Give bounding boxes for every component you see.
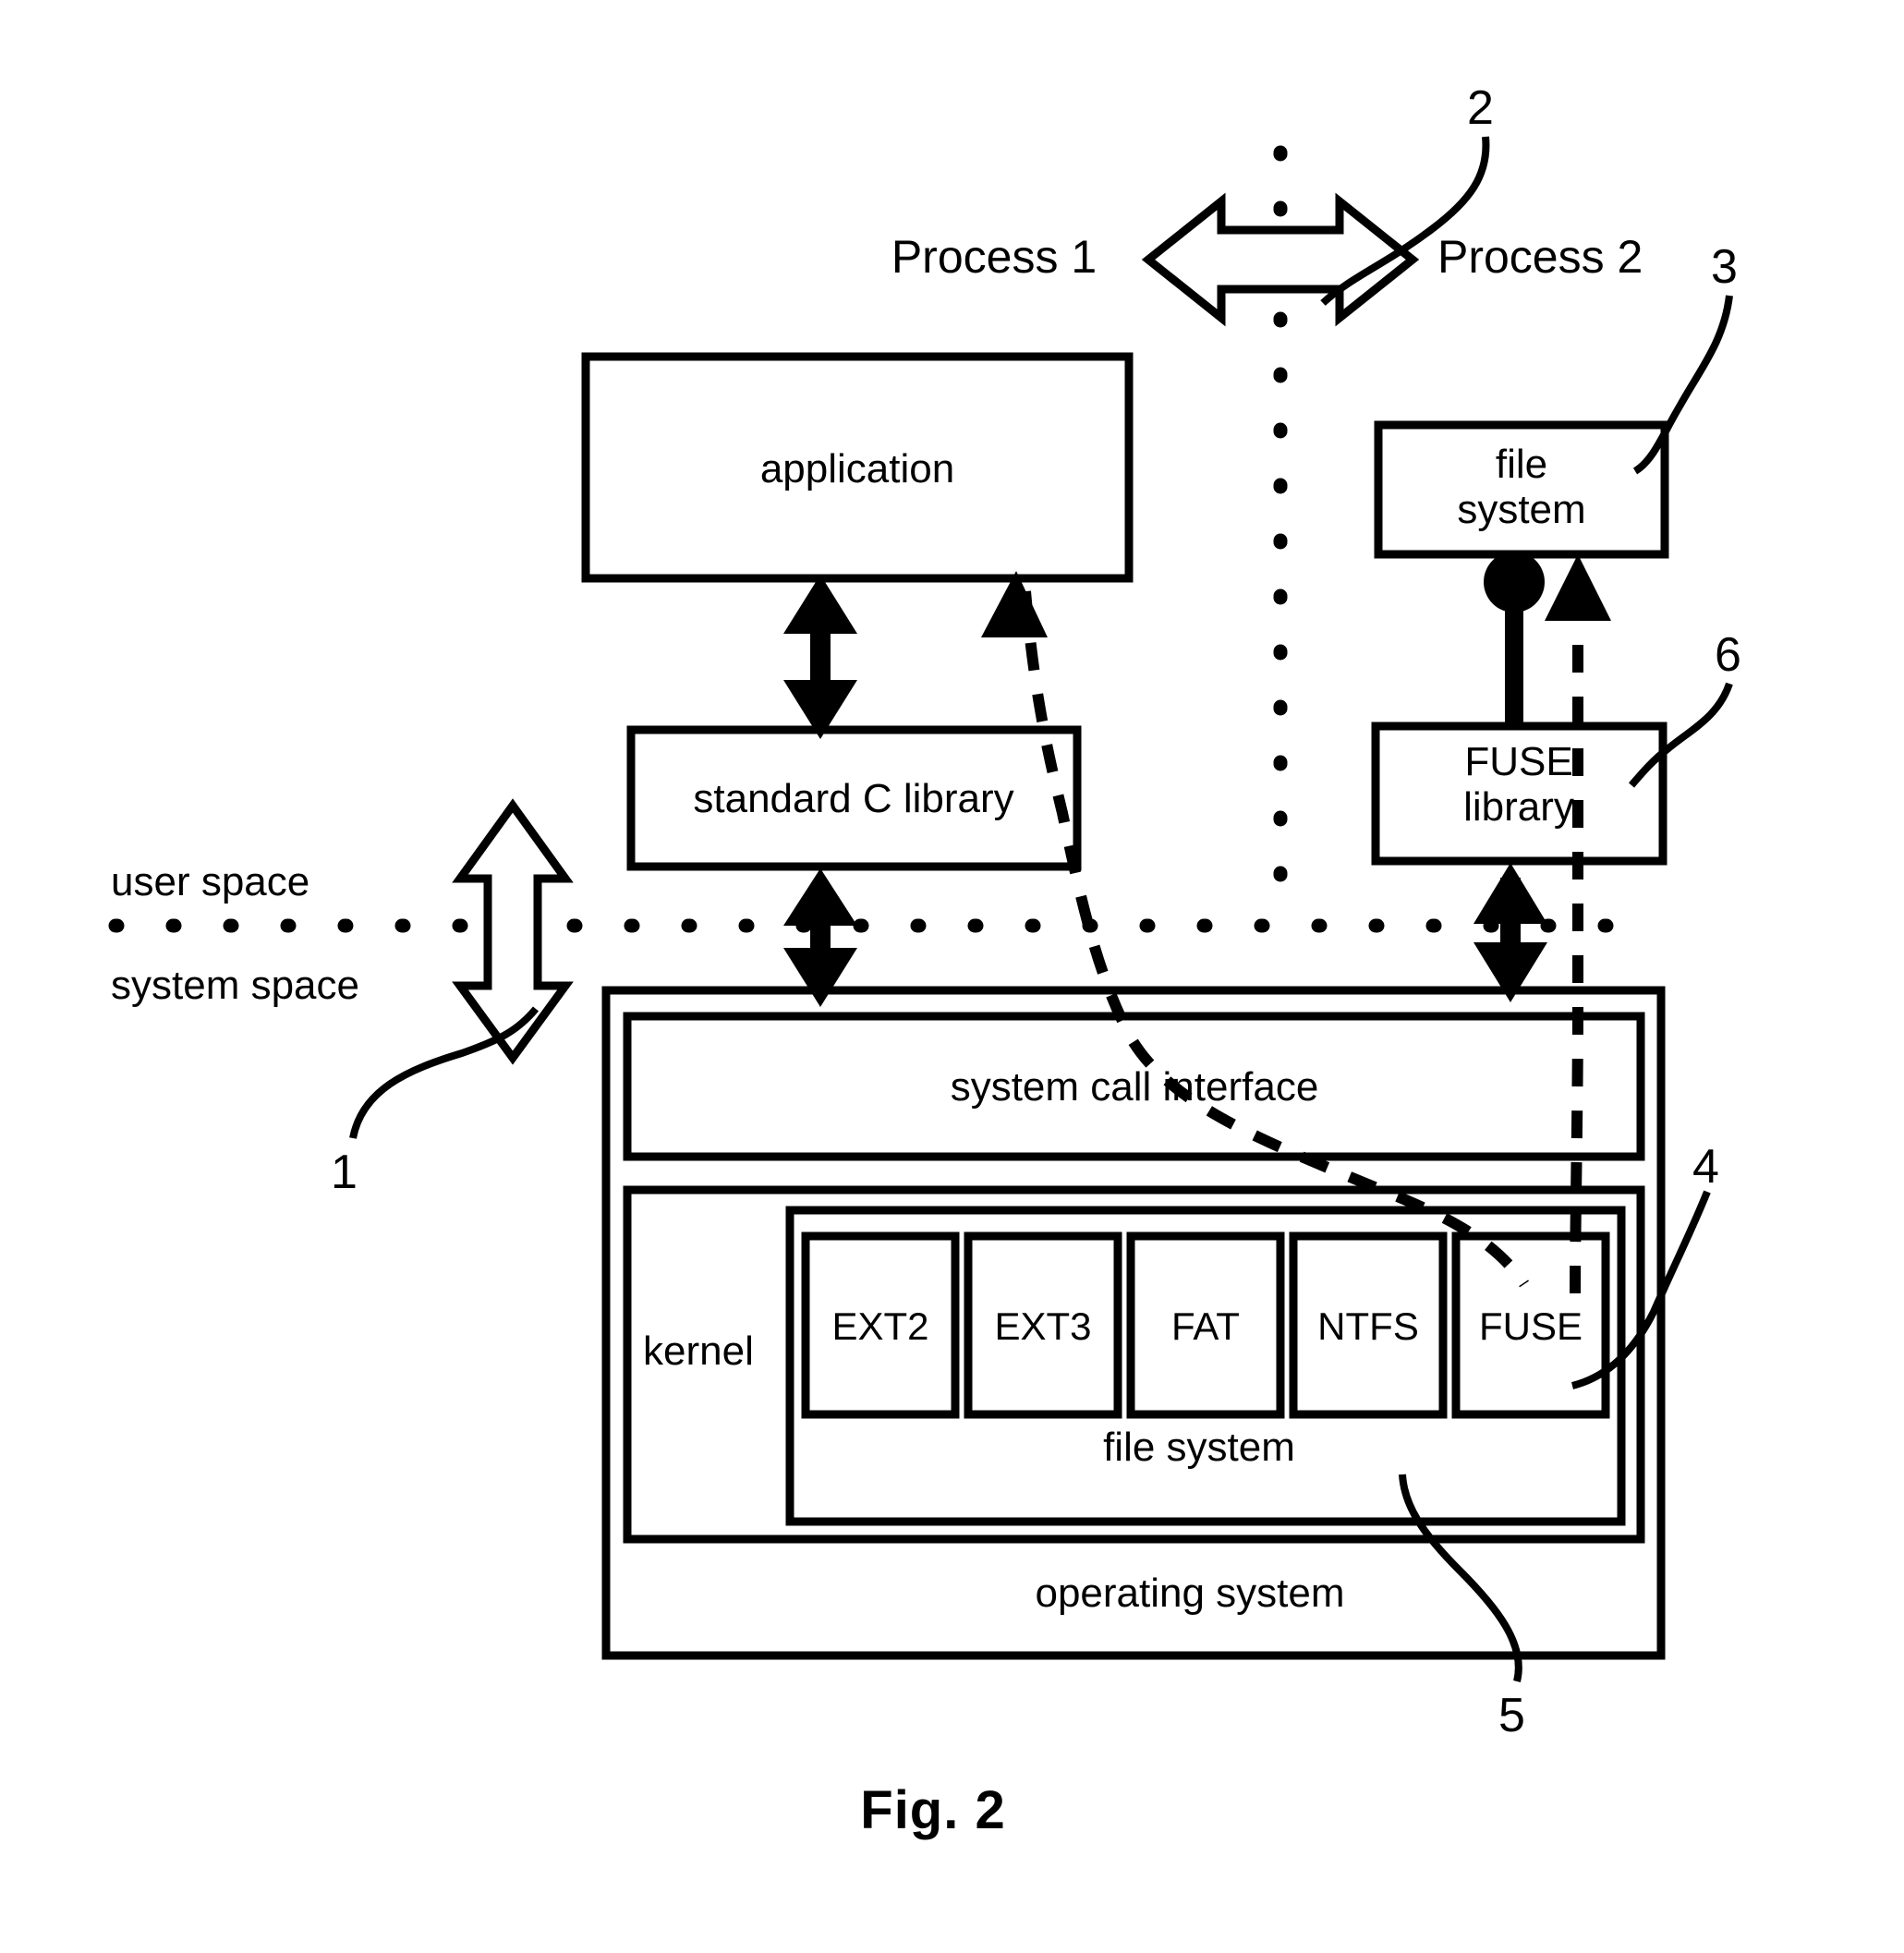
file-system-user-label: file system bbox=[1457, 442, 1586, 533]
ref-numeral-1: 1 bbox=[331, 1146, 358, 1199]
fs-module-label-ext2: EXT2 bbox=[831, 1304, 929, 1348]
process-1-label: Process 1 bbox=[891, 231, 1098, 283]
fs-module-label-ntfs: NTFS bbox=[1317, 1304, 1419, 1348]
fs-module-label-fuse: FUSE bbox=[1478, 1304, 1583, 1348]
ref-numeral-4: 4 bbox=[1692, 1140, 1719, 1194]
system-space-label: system space bbox=[111, 963, 359, 1008]
operating-system-label: operating system bbox=[1035, 1571, 1345, 1616]
ref-numeral-3: 3 bbox=[1711, 240, 1738, 294]
file-system-to-fuse-library-link bbox=[1484, 552, 1545, 726]
user-system-space-boundary-arrow bbox=[452, 798, 574, 1065]
kernel-label: kernel bbox=[643, 1328, 754, 1374]
fs-module-label-ext3: EXT3 bbox=[994, 1304, 1092, 1348]
figure-caption: Fig. 2 bbox=[860, 1780, 1006, 1840]
ref-numeral-2: 2 bbox=[1467, 81, 1494, 135]
ref-numeral-6: 6 bbox=[1715, 628, 1741, 682]
standard-c-library-label: standard C library bbox=[693, 776, 1014, 821]
fuse-library-to-os-arrow bbox=[1473, 863, 1547, 1002]
application-label: application bbox=[759, 446, 955, 491]
figure-canvas: Process 1 Process 2 application standard… bbox=[0, 0, 1904, 1953]
process-2-label: Process 2 bbox=[1437, 231, 1643, 283]
fs-module-label-fat: FAT bbox=[1171, 1304, 1240, 1348]
user-space-label: user space bbox=[111, 859, 310, 904]
ref-numeral-5: 5 bbox=[1498, 1689, 1525, 1742]
kernel-file-system-label: file system bbox=[1103, 1425, 1295, 1470]
fuse-library-label: FUSE library bbox=[1463, 739, 1574, 831]
process-boundary-arrow bbox=[1141, 192, 1420, 327]
application-to-clib-arrow bbox=[783, 575, 857, 739]
system-call-interface-label: system call interface bbox=[950, 1064, 1319, 1110]
